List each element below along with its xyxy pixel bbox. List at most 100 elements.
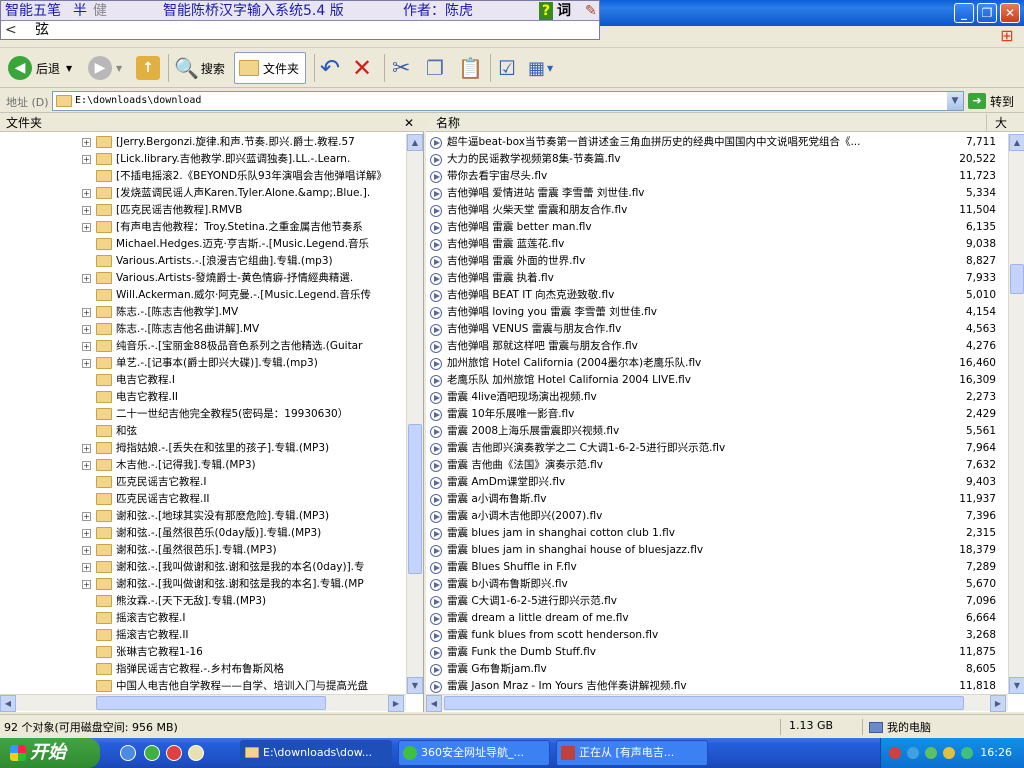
file-list-hscroll-thumb[interactable]: [444, 696, 964, 710]
expand-toggle-icon[interactable]: +: [82, 528, 91, 538]
folder-tree-item[interactable]: + [Lick.library.吉他教学.即兴蓝调独奏].LL.-.Learn.: [82, 151, 406, 168]
list-scroll-up-icon[interactable]: ▲: [1009, 134, 1024, 151]
expand-toggle-icon[interactable]: +: [82, 579, 91, 589]
scroll-right-icon[interactable]: ▶: [388, 695, 404, 712]
tray-icon-4[interactable]: [943, 747, 955, 759]
file-row[interactable]: 雷震 dream a little dream of me.flv 6,664: [426, 610, 1006, 627]
file-row[interactable]: 老鹰乐队 加州旅馆 Hotel California 2004 LIVE.flv…: [426, 372, 1006, 389]
folder-tree-item[interactable]: + [匹克民谣吉他教程].RMVB: [82, 202, 406, 219]
folder-tree-item[interactable]: 熊汝霖.-.[天下无敌].专辑.(MP3): [82, 593, 406, 610]
file-row[interactable]: 加州旅馆 Hotel California (2004墨尔本)老鹰乐队.flv 1…: [426, 355, 1006, 372]
expand-toggle-icon[interactable]: +: [82, 205, 91, 215]
folder-tree-item[interactable]: Michael.Hedges.迈克·亨吉斯.-.[Music.Legend.音乐: [82, 236, 406, 253]
folder-tree-item[interactable]: + 谢和弦.-.[虽然很芭乐(0day版)].专辑.(MP3): [82, 525, 406, 542]
back-dropdown-icon[interactable]: ▼: [66, 64, 72, 73]
undo-button[interactable]: ↶: [320, 52, 340, 84]
file-list-scroll-thumb[interactable]: [1010, 264, 1024, 294]
ime-help-icon[interactable]: ?: [539, 2, 553, 20]
expand-toggle-icon[interactable]: +: [82, 222, 91, 232]
expand-toggle-icon[interactable]: +: [82, 324, 91, 334]
expand-toggle-icon[interactable]: +: [82, 188, 91, 198]
task-download[interactable]: 正在从 [有声电吉...: [556, 740, 708, 766]
folder-tree-hscroll-thumb[interactable]: [96, 696, 326, 710]
folder-tree-item[interactable]: + 单艺.-.[记事本(爵士即兴大碟)].专辑.(mp3): [82, 355, 406, 372]
folder-tree-item[interactable]: + [有声电吉他教程：Troy.Stetina.之重金属吉他节奏系: [82, 219, 406, 236]
clock[interactable]: 16:26: [980, 746, 1012, 759]
file-row[interactable]: 雷震 吉他即兴演奏教学之二 C大调1-6-2-5进行即兴示范.flv 7,964: [426, 440, 1006, 457]
file-row[interactable]: 雷震 Blues Shuffle in F.flv 7,289: [426, 559, 1006, 576]
ime-half-toggle[interactable]: 半: [73, 2, 87, 20]
folder-tree-item[interactable]: 中国人电吉他自学教程——自学、培训入门与提高光盘: [82, 678, 406, 695]
ime-full-toggle[interactable]: 健: [93, 2, 107, 20]
ime-mode-label[interactable]: 智能五笔: [5, 2, 61, 20]
file-row[interactable]: 吉他弹唱 loving you 雷震 李雪蕾 刘世佳.flv 4,154: [426, 304, 1006, 321]
file-row[interactable]: 雷震 AmDm课堂即兴.flv 9,403: [426, 474, 1006, 491]
folder-tree-item[interactable]: 摇滚吉它教程.II: [82, 627, 406, 644]
folders-button[interactable]: 文件夹: [234, 52, 307, 84]
forward-button[interactable]: ▶ ▼: [88, 52, 122, 84]
expand-toggle-icon[interactable]: +: [82, 358, 91, 368]
file-row[interactable]: 吉他弹唱 雷震 蓝莲花.flv 9,038: [426, 236, 1006, 253]
folder-tree-item[interactable]: [不插电摇滚2.《BEYOND乐队93年演唱会吉他弹唱详解》: [82, 168, 406, 185]
column-header-name[interactable]: 名称: [436, 114, 460, 132]
folder-tree-item[interactable]: + 谢和弦.-.[我叫做谢和弦.谢和弦是我的本名].专辑.(MP: [82, 576, 406, 593]
file-row[interactable]: 大力的民谣教学视频第8集-节奏篇.flv 20,522: [426, 151, 1006, 168]
tray-icon-2[interactable]: [907, 747, 919, 759]
file-row[interactable]: 吉他弹唱 BEAT IT 向杰克逊致敬.flv 5,010: [426, 287, 1006, 304]
expand-toggle-icon[interactable]: +: [82, 545, 91, 555]
file-row[interactable]: 吉他弹唱 雷震 执着.flv 7,933: [426, 270, 1006, 287]
file-row[interactable]: 雷震 2008上海乐展雷震即兴视频.flv 5,561: [426, 423, 1006, 440]
file-row[interactable]: 雷震 G布鲁斯jam.flv 8,605: [426, 661, 1006, 678]
folder-tree-hscrollbar[interactable]: ◀ ▶: [0, 694, 406, 712]
list-scroll-right-icon[interactable]: ▶: [990, 695, 1006, 712]
paste-button[interactable]: 📋: [458, 52, 483, 84]
minimize-button[interactable]: _: [954, 3, 974, 23]
expand-toggle-icon[interactable]: +: [82, 154, 91, 164]
folder-tree-item[interactable]: 摇滚吉它教程.I: [82, 610, 406, 627]
file-row[interactable]: 雷震 a小调布鲁斯.flv 11,937: [426, 491, 1006, 508]
folder-tree-scroll-thumb[interactable]: [408, 424, 422, 574]
file-row[interactable]: 吉他弹唱 雷震 外面的世界.flv 8,827: [426, 253, 1006, 270]
folder-tree-vscrollbar[interactable]: ▲ ▼: [406, 134, 423, 694]
search-button[interactable]: 🔍 搜索: [174, 52, 225, 84]
folder-pane-close-icon[interactable]: ✕: [404, 114, 414, 132]
file-row[interactable]: 雷震 blues jam in shanghai house of bluesj…: [426, 542, 1006, 559]
back-button[interactable]: ◀ 后退 ▼: [8, 52, 72, 84]
copy-button[interactable]: ❐: [426, 52, 444, 84]
close-button[interactable]: ✕: [1000, 3, 1020, 23]
ime-ci-button[interactable]: 词: [557, 2, 571, 20]
ie-quicklaunch-icon[interactable]: [120, 745, 136, 761]
file-row[interactable]: 带你去看宇宙尽头.flv 11,723: [426, 168, 1006, 185]
folder-tree-item[interactable]: + Various.Artists-發燒爵士-黄色情癖-抒情經典精選.: [82, 270, 406, 287]
expand-toggle-icon[interactable]: +: [82, 562, 91, 572]
expand-toggle-icon[interactable]: +: [82, 443, 91, 453]
folder-tree-item[interactable]: Various.Artists.-.[浪漫吉它组曲].专辑.(mp3): [82, 253, 406, 270]
folder-tree-item[interactable]: + 纯音乐.-.[宝丽金88极品音色系列之吉他精选.(Guitar: [82, 338, 406, 355]
folder-tree-item[interactable]: 张琳吉它教程1-16: [82, 644, 406, 661]
tray-icon-1[interactable]: [889, 747, 901, 759]
file-row[interactable]: 雷震 吉他曲《法国》演奏示范.flv 7,632: [426, 457, 1006, 474]
up-folder-button[interactable]: ↑: [136, 52, 160, 84]
expand-toggle-icon[interactable]: +: [82, 341, 91, 351]
tray-icon-3[interactable]: [925, 747, 937, 759]
column-header-size[interactable]: 大: [986, 114, 1024, 132]
properties-button[interactable]: ☑: [498, 52, 516, 84]
scroll-up-icon[interactable]: ▲: [407, 134, 423, 151]
ime-status-bar[interactable]: 智能五笔 半 健 智能陈桥汉字输入系统5.4 版 作者：陈虎 ? 词 ✎ < 弦: [0, 0, 600, 40]
start-button[interactable]: 开始: [0, 738, 100, 768]
folder-tree-item[interactable]: + 谢和弦.-.[我叫做谢和弦.谢和弦是我的本名(0day)].专: [82, 559, 406, 576]
scroll-left-icon[interactable]: ◀: [0, 695, 16, 712]
folder-tree-item[interactable]: 二十一世纪吉他完全教程5(密码是：19930630）: [82, 406, 406, 423]
folder-tree-item[interactable]: 匹克民谣吉它教程.II: [82, 491, 406, 508]
file-row[interactable]: 吉他弹唱 爱情进站 雷震 李雪蕾 刘世佳.flv 5,334: [426, 185, 1006, 202]
expand-toggle-icon[interactable]: +: [82, 307, 91, 317]
list-scroll-left-icon[interactable]: ◀: [426, 695, 442, 712]
file-row[interactable]: 雷震 blues jam in shanghai cotton club 1.f…: [426, 525, 1006, 542]
media-quicklaunch-icon[interactable]: [166, 745, 182, 761]
views-button[interactable]: ▦ ▼: [528, 52, 553, 84]
file-row[interactable]: 吉他弹唱 那就这样吧 雷震与朋友合作.flv 4,276: [426, 338, 1006, 355]
task-360-browser[interactable]: 360安全网址导航_...: [398, 740, 550, 766]
file-row[interactable]: 吉他弹唱 雷震 better man.flv 6,135: [426, 219, 1006, 236]
folder-tree-item[interactable]: + 陈志.-.[陈志吉他名曲讲解].MV: [82, 321, 406, 338]
folder-tree-item[interactable]: 匹克民谣吉它教程.I: [82, 474, 406, 491]
